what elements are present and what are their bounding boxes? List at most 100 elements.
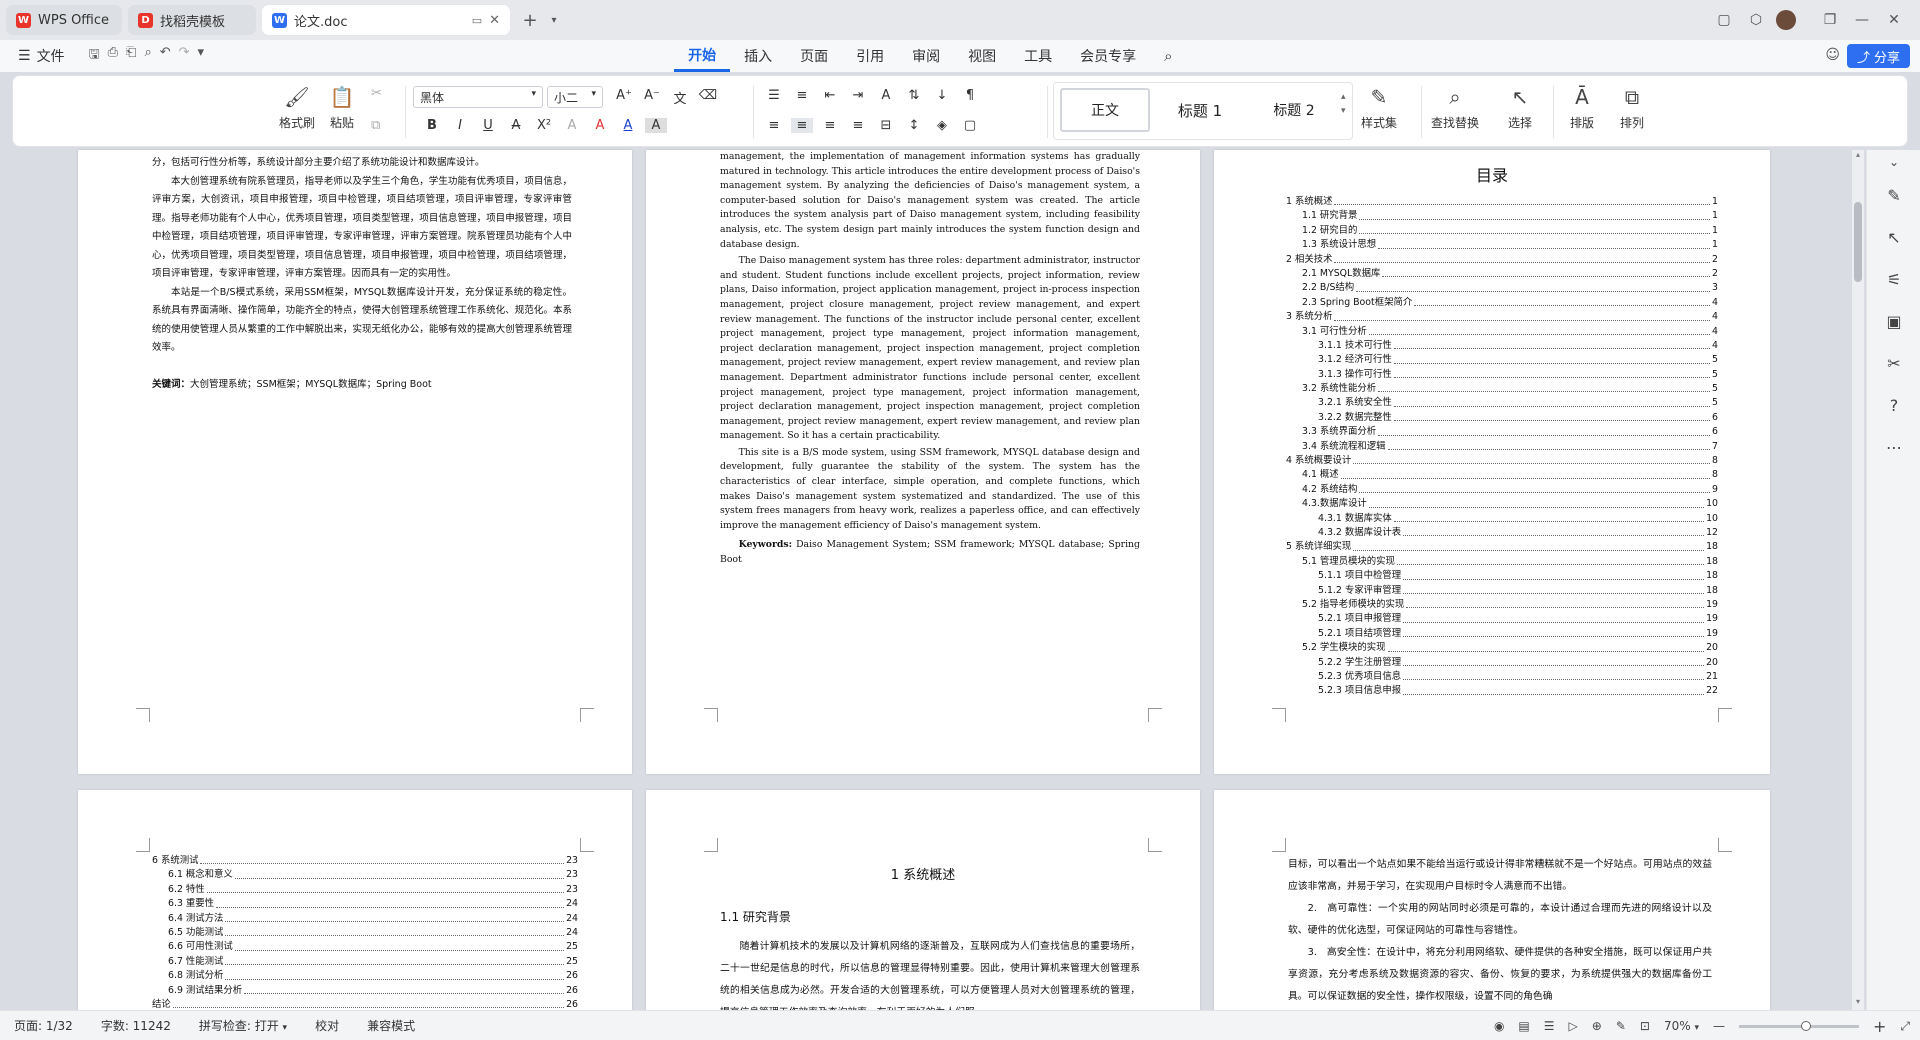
share-button[interactable]: ⤴ 分享	[1846, 44, 1910, 68]
style-scroll-chevron-icon[interactable]: ▴ ▾	[1341, 90, 1346, 118]
grow-font-icon[interactable]: A⁺	[613, 88, 635, 107]
print-icon[interactable]: ⎗	[126, 45, 136, 67]
font-color-icon[interactable]: A	[617, 118, 639, 133]
chinese-layout-icon[interactable]: A	[875, 88, 897, 103]
toc-entry[interactable]: 4.1 概述 8	[1286, 468, 1718, 483]
web-view-icon[interactable]: ⊕	[1592, 1019, 1602, 1033]
toc-entry[interactable]: 5.2.3 项目信息申报 22	[1286, 684, 1718, 699]
menu-view[interactable]: 视图	[954, 40, 1010, 72]
strikethrough-icon[interactable]: A	[505, 118, 527, 133]
text-direction-icon[interactable]: ⇅	[903, 88, 925, 103]
page-view-icon[interactable]: ▤	[1518, 1019, 1529, 1033]
layout-button[interactable]: Ā 排版	[1569, 84, 1595, 131]
toc-entry[interactable]: 6.5 功能测试 24	[152, 925, 578, 941]
page-indicator[interactable]: 页面: 1/32	[0, 1017, 87, 1034]
toc-entry[interactable]: 3.2 系统性能分析 5	[1286, 382, 1718, 397]
tab-wps-office[interactable]: W WPS Office	[6, 5, 122, 35]
toc-entry[interactable]: 6.4 测试方法 24	[152, 911, 578, 926]
toc-entry[interactable]: 3.2.2 数据完整性 6	[1286, 410, 1718, 426]
toc-entry[interactable]: 2.1 MYSQL数据库 2	[1286, 266, 1718, 282]
show-marks-icon[interactable]: ¶	[959, 88, 981, 103]
spell-check[interactable]: 拼写检查: 打开 ▾	[185, 1017, 301, 1034]
toc-entry[interactable]: 3.3 系统界面分析 6	[1286, 425, 1718, 440]
fullscreen-icon[interactable]: ⤢	[1900, 1019, 1910, 1034]
bold-icon[interactable]: B	[421, 118, 443, 133]
vertical-scrollbar[interactable]: ▴ ▾	[1852, 150, 1864, 1010]
toc-entry[interactable]: 3.1 可行性分析 4	[1286, 324, 1718, 339]
eye-protection-icon[interactable]: ◉	[1494, 1019, 1504, 1033]
tab-list-chevron-icon[interactable]: ▾	[542, 8, 566, 32]
fit-page-icon[interactable]: ⊡	[1640, 1019, 1650, 1033]
line-spacing-icon[interactable]: ↕	[903, 118, 925, 133]
undo-icon[interactable]: ↶	[160, 45, 171, 67]
toc-entry[interactable]: 5.1 管理员模块的实现 18	[1286, 554, 1718, 570]
proofread-button[interactable]: 校对	[301, 1017, 353, 1034]
word-count[interactable]: 字数: 11242	[87, 1017, 185, 1034]
image-edit-icon[interactable]: ▣	[1867, 300, 1920, 342]
menu-member[interactable]: 会员专享	[1066, 40, 1150, 72]
avatar[interactable]	[1776, 10, 1796, 30]
toc-entry[interactable]: 5.2.3 优秀项目信息 21	[1286, 669, 1718, 685]
scroll-thumb[interactable]	[1854, 202, 1862, 282]
toc-entry[interactable]: 1.1 研究背景 1	[1286, 209, 1718, 224]
toc-entry[interactable]: 3.1.1 技术可行性 4	[1286, 338, 1718, 354]
arrange-button[interactable]: ⧉ 排列	[1619, 84, 1645, 131]
menu-review[interactable]: 审阅	[898, 40, 954, 72]
toc-entry[interactable]: 4.2 系统结构 9	[1286, 482, 1718, 498]
help-icon[interactable]: ?	[1867, 384, 1920, 426]
toc-entry[interactable]: 1.3 系统设计思想 1	[1286, 238, 1718, 253]
bullet-list-icon[interactable]: ☰	[763, 88, 785, 103]
file-menu[interactable]: ☰ 文件	[12, 40, 79, 72]
zoom-slider[interactable]	[1738, 1020, 1859, 1031]
toc-entry[interactable]: 3.1.3 操作可行性 5	[1286, 367, 1718, 383]
more-icon[interactable]: ⋯	[1867, 426, 1920, 468]
clear-format-icon[interactable]: ⌫	[697, 88, 719, 107]
more-chevron-icon[interactable]: ▾	[198, 45, 205, 67]
toc-entry[interactable]: 4 系统概要设计 8	[1286, 454, 1718, 469]
toc-entry[interactable]: 4.3.数据库设计 10	[1286, 497, 1718, 512]
cut-icon[interactable]: ✂	[371, 86, 382, 101]
menu-references[interactable]: 引用	[842, 40, 898, 72]
tab-window-icon[interactable]: ▭	[472, 14, 482, 27]
toc-entry[interactable]: 6.8 测试分析 26	[152, 969, 578, 984]
toc-entry[interactable]: 5.2.2 学生注册管理 20	[1286, 655, 1718, 670]
toc-entry[interactable]: 6.3 重要性 24	[152, 897, 578, 912]
increase-indent-icon[interactable]: ⇥	[847, 88, 869, 103]
zoom-in-icon[interactable]: +	[1873, 1017, 1886, 1036]
play-icon[interactable]: ▷	[1569, 1019, 1578, 1033]
toc-entry[interactable]: 4.3.2 数据库设计表 12	[1286, 525, 1718, 541]
format-painter-button[interactable]: 🖌 格式刷	[279, 84, 315, 131]
menu-insert[interactable]: 插入	[730, 40, 786, 72]
borders-icon[interactable]: ▢	[959, 118, 981, 133]
style-set-button[interactable]: ✎ 样式集	[1361, 84, 1397, 131]
toc-entry[interactable]: 5.2 指导老师模块的实现 19	[1286, 597, 1718, 613]
write-mode-icon[interactable]: ✎	[1616, 1019, 1626, 1033]
restore-window-icon[interactable]: ❐	[1818, 8, 1842, 32]
align-left-icon[interactable]: ≡	[763, 118, 785, 133]
toc-entry[interactable]: 6.6 可用性测试 25	[152, 940, 578, 955]
cube-icon[interactable]: ⬡	[1744, 8, 1768, 32]
scroll-up-icon[interactable]: ▴	[1852, 150, 1864, 159]
pointer-icon[interactable]: ↖	[1867, 216, 1920, 258]
toc-entry[interactable]: 6.2 特性 23	[152, 882, 578, 898]
toc-entry[interactable]: 5.1.2 专家评审管理 18	[1286, 583, 1718, 598]
numbered-list-icon[interactable]: ≡	[791, 88, 813, 103]
chat-icon[interactable]: ☺	[1825, 47, 1840, 63]
text-effect-icon[interactable]: A	[561, 118, 583, 133]
style-heading-2[interactable]: 标题 2	[1249, 88, 1339, 132]
char-shading-icon[interactable]: A	[645, 118, 667, 133]
tab-document[interactable]: W 论文.doc ▭ ✕	[262, 5, 510, 35]
paste-button[interactable]: 📋 粘贴	[329, 84, 355, 131]
superscript-icon[interactable]: X²	[533, 118, 555, 133]
sliders-icon[interactable]: ⚟	[1867, 258, 1920, 300]
save-icon[interactable]: 🖫	[89, 45, 100, 67]
tools-icon[interactable]: ✂	[1867, 342, 1920, 384]
print-preview-icon[interactable]: ⌕	[144, 45, 151, 67]
toc-entry[interactable]: 2.3 Spring Boot框架简介 4	[1286, 295, 1718, 311]
font-family-select[interactable]: 黑体 ▾	[413, 86, 543, 108]
menu-tools[interactable]: 工具	[1010, 40, 1066, 72]
style-normal[interactable]: 正文	[1060, 88, 1150, 132]
toc-entry[interactable]: 5.2.1 项目结项管理 19	[1286, 626, 1718, 642]
underline-icon[interactable]: U	[477, 118, 499, 133]
align-center-icon[interactable]: ≡	[791, 118, 813, 133]
